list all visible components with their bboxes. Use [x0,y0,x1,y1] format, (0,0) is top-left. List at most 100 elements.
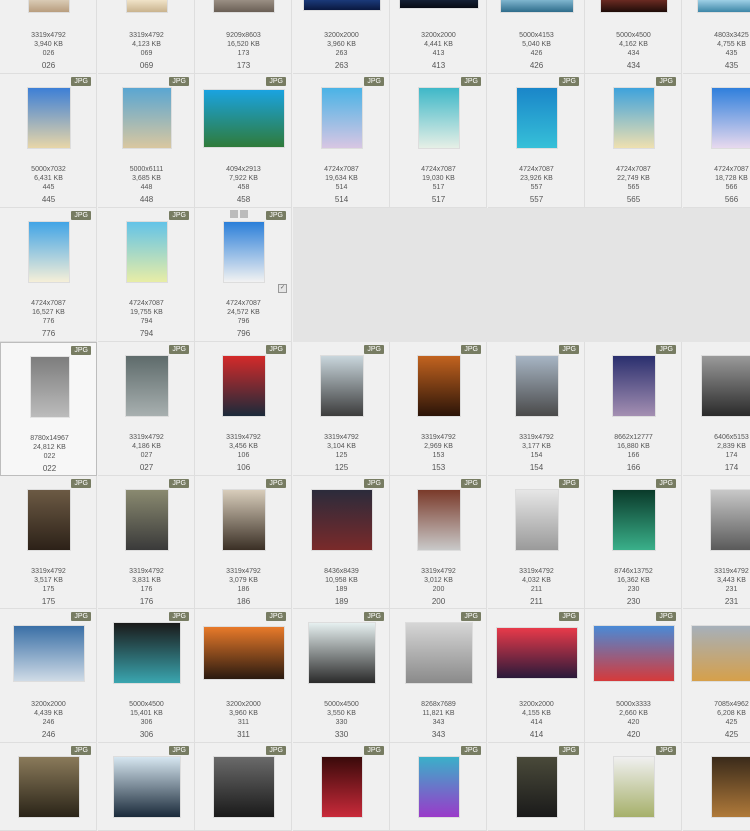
thumbnail-tools[interactable] [230,210,250,219]
image-thumbnail[interactable] [400,0,478,8]
image-thumbnail[interactable] [601,0,667,12]
image-thumbnail[interactable] [698,0,750,12]
image-thumbnail[interactable] [127,0,167,12]
thumbnail-cell[interactable]: JPG 3200x2000 3,960 KB 311 311 [195,609,292,743]
image-thumbnail[interactable] [304,0,380,10]
thumbnail-cell[interactable]: JPG 8780x14967 24,812 KB 022 022 [0,342,97,476]
image-thumbnail[interactable] [204,89,284,147]
thumbnail-cell[interactable]: JPG 4724x7087 19,634 KB 514 514 [293,74,390,208]
image-thumbnail[interactable] [516,490,558,550]
image-thumbnail[interactable] [516,356,558,416]
thumbnail-cell[interactable]: JPG 5000x6111 3,685 KB 448 448 [98,74,195,208]
image-thumbnail[interactable] [223,490,265,550]
thumbnail-cell[interactable]: JPG 3319x4792 3,831 KB 176 176 [98,476,195,609]
image-thumbnail[interactable] [594,625,674,681]
thumbnail-cell[interactable]: 4803x3425 4,755 KB 435 435 [683,0,750,74]
grid-view-icon[interactable] [230,210,238,218]
image-thumbnail[interactable] [14,625,84,681]
image-thumbnail[interactable] [712,757,750,817]
thumbnail-cell[interactable]: JPG [585,743,682,831]
thumbnail-cell[interactable]: JPG 8662x12777 16,880 KB 166 166 [585,342,682,476]
image-thumbnail[interactable] [214,757,274,817]
image-thumbnail[interactable] [224,222,264,282]
thumbnail-cell[interactable]: 3200x2000 4,441 KB 413 413 [390,0,487,74]
thumbnail-cell[interactable]: 3319x4792 4,123 KB 069 069 [98,0,195,74]
image-thumbnail[interactable] [28,88,70,148]
thumbnail-cell[interactable]: JPG 3319x4792 3,177 KB 154 154 [488,342,585,476]
image-thumbnail[interactable] [214,0,274,12]
image-thumbnail[interactable] [614,88,654,148]
image-thumbnail[interactable] [19,757,79,817]
image-thumbnail[interactable] [322,757,362,817]
thumbnail-cell[interactable]: JPG 4724x7087 19,030 KB 517 517 [390,74,487,208]
image-thumbnail[interactable] [692,625,750,681]
thumbnail-cell[interactable]: JPG6406x51532,839 KB174174 [683,342,750,476]
thumbnail-cell[interactable]: JPG [683,743,750,831]
select-checkbox[interactable]: ✓ [278,284,287,293]
thumbnail-cell[interactable]: JPG [195,743,292,831]
thumbnail-cell[interactable]: JPG 8268x7689 11,821 KB 343 343 [390,609,487,743]
thumbnail-cell[interactable]: 9209x8603 16,520 KB 173 173 [195,0,292,74]
image-thumbnail[interactable] [418,356,460,416]
image-thumbnail[interactable] [406,623,472,683]
thumbnail-cell[interactable]: JPG 3319x4792 4,032 KB 211 211 [488,476,585,609]
image-thumbnail[interactable] [309,623,375,683]
thumbnail-cell[interactable]: JPG 4724x7087 16,527 KB 776 776 [0,208,97,342]
edit-icon[interactable] [240,210,248,218]
image-thumbnail[interactable] [31,357,69,417]
thumbnail-cell[interactable]: JPG 3200x2000 4,439 KB 246 246 [0,609,97,743]
image-thumbnail[interactable] [321,356,363,416]
image-thumbnail[interactable] [114,757,180,817]
thumbnail-cell[interactable]: JPG 5000x4500 15,401 KB 306 306 [98,609,195,743]
image-thumbnail[interactable] [28,490,70,550]
thumbnail-cell[interactable]: JPG 5000x7032 6,431 KB 445 445 [0,74,97,208]
image-thumbnail[interactable] [204,627,284,679]
thumbnail-cell[interactable]: 3200x2000 3,960 KB 263 263 [293,0,390,74]
thumbnail-cell[interactable]: JPG 8746x13752 16,362 KB 230 230 [585,476,682,609]
thumbnail-cell[interactable]: JPG [98,743,195,831]
thumbnail-cell[interactable]: JPG [390,743,487,831]
thumbnail-cell[interactable]: JPG3319x47923,443 KB231231 [683,476,750,609]
thumbnail-cell[interactable]: JPG 3319x4792 4,186 KB 027 027 [98,342,195,476]
image-thumbnail[interactable] [223,356,265,416]
image-thumbnail[interactable] [614,757,654,817]
image-thumbnail[interactable] [29,0,69,12]
thumbnail-cell[interactable]: 3319x4792 3,940 KB 026 026 [0,0,97,74]
thumbnail-cell[interactable]: JPG 8436x8439 10,958 KB 189 189 [293,476,390,609]
image-thumbnail[interactable] [312,490,372,550]
image-thumbnail[interactable] [419,757,459,817]
thumbnail-cell[interactable]: 5000x4500 4,162 KB 434 434 [585,0,682,74]
image-thumbnail[interactable] [418,490,460,550]
image-thumbnail[interactable] [126,356,168,416]
thumbnail-cell[interactable]: JPG 3319x4792 3,456 KB 106 106 [195,342,292,476]
image-thumbnail[interactable] [322,88,362,148]
image-thumbnail[interactable] [702,356,750,416]
image-thumbnail[interactable] [712,88,750,148]
image-thumbnail[interactable] [127,222,167,282]
image-thumbnail[interactable] [126,490,168,550]
image-thumbnail[interactable] [711,490,750,550]
thumbnail-cell[interactable]: JPG 3319x4792 2,969 KB 153 153 [390,342,487,476]
thumbnail-cell[interactable]: JPG7085x49626,208 KB425425 [683,609,750,743]
thumbnail-cell[interactable]: JPG 3200x2000 4,155 KB 414 414 [488,609,585,743]
thumbnail-cell[interactable]: JPG 3319x4792 3,517 KB 175 175 [0,476,97,609]
thumbnail-cell[interactable]: JPG 4724x7087 19,755 KB 794 794 [98,208,195,342]
image-thumbnail[interactable] [29,222,69,282]
thumbnail-cell[interactable]: JPG 4724x7087 22,749 KB 565 565 [585,74,682,208]
thumbnail-cell[interactable]: JPG 4724x7087 23,926 KB 557 557 [488,74,585,208]
thumbnail-cell[interactable]: 5000x4153 5,040 KB 426 426 [488,0,585,74]
thumbnail-cell[interactable]: JPG4724x708718,728 KB566566 [683,74,750,208]
thumbnail-cell[interactable]: JPG 3319x4792 3,104 KB 125 125 [293,342,390,476]
image-thumbnail[interactable] [501,0,573,12]
image-thumbnail[interactable] [497,628,577,678]
image-thumbnail[interactable] [613,356,655,416]
thumbnail-cell[interactable]: JPG ✓ 4724x7087 24,572 KB 796 796 [195,208,292,342]
image-thumbnail[interactable] [613,490,655,550]
thumbnail-cell[interactable]: JPG 3319x4792 3,079 KB 186 186 [195,476,292,609]
thumbnail-cell[interactable]: JPG [0,743,97,831]
image-thumbnail[interactable] [517,757,557,817]
image-thumbnail[interactable] [114,623,180,683]
thumbnail-cell[interactable]: JPG 4094x2913 7,922 KB 458 458 [195,74,292,208]
thumbnail-cell[interactable]: JPG [488,743,585,831]
image-thumbnail[interactable] [123,88,171,148]
